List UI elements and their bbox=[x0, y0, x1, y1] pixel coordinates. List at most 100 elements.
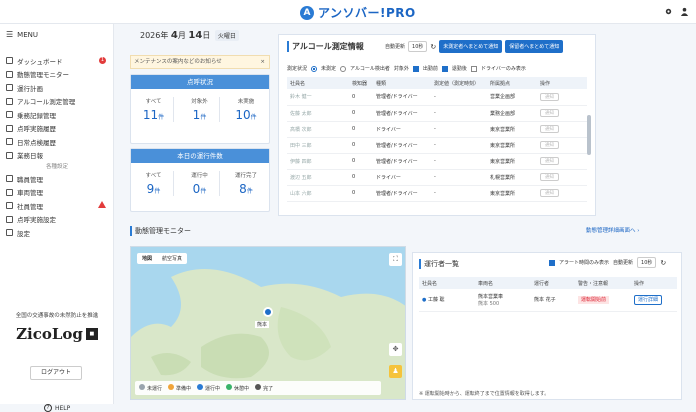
cell-type: 管理者/ドライバー bbox=[373, 137, 431, 154]
check-before-work[interactable] bbox=[412, 65, 419, 72]
cell-count: 0 bbox=[349, 89, 373, 106]
filter-radio-detected[interactable] bbox=[340, 65, 347, 72]
row-notify-button[interactable]: 通知 bbox=[540, 141, 559, 149]
column-header[interactable]: 操作 bbox=[631, 277, 677, 289]
alert-only-checkbox[interactable] bbox=[549, 259, 555, 266]
sidebar-item-plan[interactable]: 運行計画 bbox=[4, 81, 110, 95]
map-tab-map[interactable]: 地図 bbox=[137, 253, 157, 264]
sidebar-item-monitor[interactable]: 動態管理モニター bbox=[4, 68, 110, 82]
column-header[interactable]: 種類 bbox=[373, 77, 431, 89]
logout-button[interactable]: ログアウト bbox=[30, 366, 82, 380]
cell-count: 0 bbox=[349, 153, 373, 170]
map-tab-satellite[interactable]: 航空写真 bbox=[157, 253, 187, 264]
refresh-select[interactable]: 10秒 bbox=[408, 41, 428, 52]
table-row[interactable]: ● 工藤 聡 熊本営業車 熊本 500 熊本 花子 運転開始前 運行詳細 bbox=[419, 289, 677, 312]
notification-badge: 1 bbox=[99, 57, 106, 64]
ops-stat-running[interactable]: 運行中 0件 bbox=[180, 171, 220, 196]
column-header[interactable]: 操作 bbox=[537, 77, 587, 89]
sidebar-item-settings[interactable]: 設定 bbox=[4, 226, 110, 240]
legend-dot-icon bbox=[197, 384, 204, 390]
partner-caption: 全国の交通事故の未然防止を推進 bbox=[15, 313, 99, 319]
cell-type: 管理者/ドライバー bbox=[373, 185, 431, 202]
table-row[interactable]: 山本 六郎 0 管理者/ドライバー - 東京営業所 通知 bbox=[287, 185, 587, 202]
column-header[interactable]: 車両名 bbox=[475, 277, 531, 289]
vehicle-location-pin-icon[interactable] bbox=[263, 307, 273, 317]
cell-base: 札幌営業所 bbox=[487, 169, 537, 186]
street-view-icon[interactable]: ♟ bbox=[389, 365, 402, 378]
settings-gear-icon[interactable] bbox=[664, 7, 673, 16]
sidebar-item-inspection[interactable]: 日常点検履歴 bbox=[4, 135, 110, 149]
column-header[interactable]: 所属拠点 bbox=[487, 77, 537, 89]
sidebar-item-report[interactable]: 業務日報 bbox=[4, 149, 110, 163]
notify-pending-button[interactable]: 保留者へまとめて通知 bbox=[505, 40, 564, 53]
partner-banner[interactable]: 全国の交通事故の未然防止を推進 ZicoLog ■ bbox=[6, 311, 108, 343]
inspection-stat-pending[interactable]: 未実施 10件 bbox=[226, 97, 266, 122]
ops-detail-button[interactable]: 運行詳細 bbox=[634, 295, 663, 306]
column-header[interactable]: 運行者 bbox=[531, 277, 575, 289]
column-header[interactable]: 測定値（測定時刻） bbox=[431, 77, 487, 89]
monitor-detail-link[interactable]: 動態管理詳細画面へ › bbox=[586, 226, 639, 234]
table-row[interactable]: 田中 三郎 0 管理者/ドライバー - 東京営業所 通知 bbox=[287, 137, 587, 154]
sidebar-item-alcohol[interactable]: アルコール測定管理 bbox=[4, 95, 110, 109]
table-row[interactable]: 鈴木 健一 0 管理者/ドライバー - 営業企画部 通知 bbox=[287, 89, 587, 106]
sidebar-item-label: 点呼実施履歴 bbox=[17, 125, 56, 134]
sidebar-item-rollcall[interactable]: 点呼実施履歴 bbox=[4, 122, 110, 136]
table-row[interactable]: 高橋 次郎 0 ドライバー - 東京営業所 通知 bbox=[287, 121, 587, 138]
refresh-select[interactable]: 10秒 bbox=[637, 257, 657, 268]
refresh-icon[interactable]: ↻ bbox=[430, 43, 436, 51]
table-row[interactable]: 伊藤 四郎 0 管理者/ドライバー - 東京営業所 通知 bbox=[287, 153, 587, 170]
ops-stat-done[interactable]: 運行完了 8件 bbox=[226, 171, 266, 196]
column-header[interactable]: 社員名 bbox=[419, 277, 475, 289]
refresh-icon[interactable]: ↻ bbox=[660, 259, 666, 267]
sidebar: ☰ MENU ダッシュボード 1 動態管理モニター 運行計画 アルコール測定管理 … bbox=[0, 24, 114, 412]
map-view[interactable]: 地図 航空写真 ⛶ ✥ ♟ 熊本 未運行 準備中 運行中 休憩中 完了 bbox=[130, 246, 406, 400]
inspection-stat-excluded[interactable]: 対象外 1件 bbox=[180, 97, 220, 122]
map-pan-control-icon[interactable]: ✥ bbox=[389, 343, 402, 356]
hamburger-icon: ☰ bbox=[6, 30, 14, 39]
sidebar-item-records[interactable]: 乗務記録管理 bbox=[4, 108, 110, 122]
cell-name: 佐藤 太郎 bbox=[287, 105, 349, 122]
app-logo[interactable]: A アンソバー!PRO bbox=[300, 4, 416, 21]
column-header[interactable]: 検知器 bbox=[349, 77, 373, 89]
operators-panel: 運行者一覧 アラート時間のみ表示 自動更新 10秒 ↻ 社員名 車両名 運行者 … bbox=[412, 252, 682, 400]
cell-name: 山本 六郎 bbox=[287, 185, 349, 202]
user-icon[interactable] bbox=[680, 7, 689, 16]
sidebar-item-employee[interactable]: 社員管理 bbox=[4, 199, 110, 213]
row-notify-button[interactable]: 通知 bbox=[540, 173, 559, 181]
inspection-stat-all[interactable]: すべて 11件 bbox=[134, 97, 174, 122]
notice-close-button[interactable]: × bbox=[260, 56, 265, 68]
check-after-work[interactable] bbox=[441, 65, 448, 72]
menu-toggle[interactable]: ☰ MENU bbox=[6, 30, 38, 39]
cell-op: 運行詳細 bbox=[631, 289, 677, 312]
stat-label: 未実施 bbox=[237, 99, 255, 105]
row-notify-button[interactable]: 通知 bbox=[540, 189, 559, 197]
table-row[interactable]: 渡辺 五郎 0 ドライバー - 札幌営業所 通知 bbox=[287, 169, 587, 186]
check-option-label: ドライバーのみ表示 bbox=[480, 66, 526, 72]
cell-value: - bbox=[431, 105, 487, 122]
sidebar-item-rollcall-settings[interactable]: 点呼実施設定 bbox=[4, 213, 110, 227]
ops-stat-all[interactable]: すべて 9件 bbox=[134, 171, 174, 196]
fullscreen-icon[interactable]: ⛶ bbox=[389, 253, 402, 266]
row-notify-button[interactable]: 通知 bbox=[540, 109, 559, 117]
cell-count: 0 bbox=[349, 121, 373, 138]
person-icon bbox=[6, 175, 13, 183]
notify-unmeasured-button[interactable]: 未測定者へまとめて通知 bbox=[439, 40, 503, 53]
refresh-label: 自動更新 bbox=[613, 260, 634, 266]
row-notify-button[interactable]: 通知 bbox=[540, 125, 559, 133]
column-header[interactable]: 社員名 bbox=[287, 77, 349, 89]
gear-icon bbox=[6, 229, 13, 237]
check-driver-only[interactable] bbox=[470, 65, 477, 72]
row-notify-button[interactable]: 通知 bbox=[540, 157, 559, 165]
table-row[interactable]: 佐藤 太郎 0 管理者/ドライバー - 業務企画部 通知 bbox=[287, 105, 587, 122]
cell-type: 管理者/ドライバー bbox=[373, 153, 431, 170]
sidebar-item-staff[interactable]: 職員管理 bbox=[4, 172, 110, 186]
filter-radio-unmeasured[interactable] bbox=[311, 65, 318, 72]
alcohol-scrollbar[interactable] bbox=[587, 115, 591, 155]
sidebar-item-dashboard[interactable]: ダッシュボード 1 bbox=[4, 54, 110, 68]
sidebar-item-vehicle[interactable]: 車両管理 bbox=[4, 186, 110, 200]
stat-unit: 件 bbox=[200, 114, 207, 121]
column-header[interactable]: 警告・注意報 bbox=[575, 277, 631, 289]
cell-base: 東京営業所 bbox=[487, 153, 537, 170]
row-notify-button[interactable]: 通知 bbox=[540, 92, 559, 101]
help-link[interactable]: ? HELP bbox=[44, 404, 70, 412]
